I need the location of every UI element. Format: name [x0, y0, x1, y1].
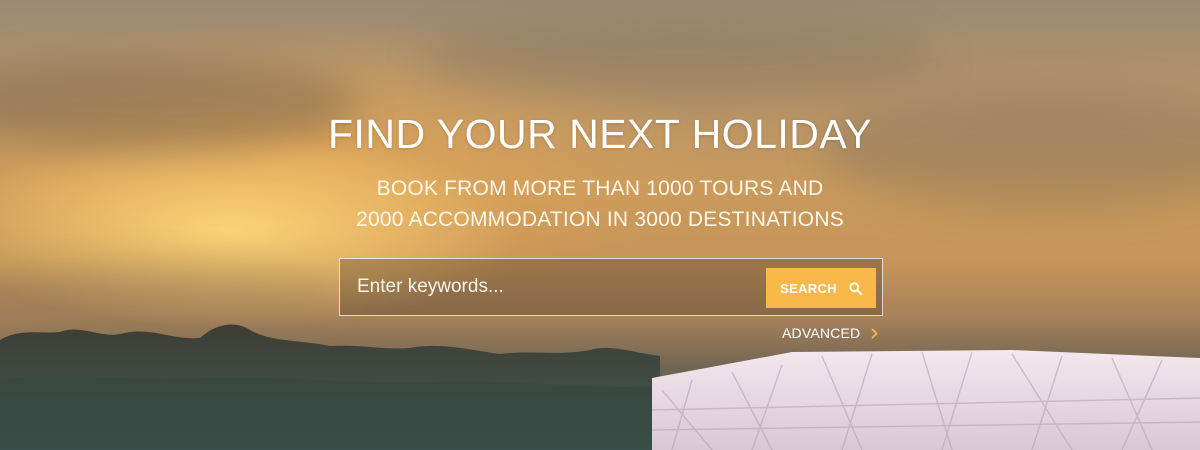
chevron-right-icon — [871, 328, 878, 338]
hero-content: FIND YOUR NEXT HOLIDAY BOOK FROM MORE TH… — [0, 0, 1200, 450]
hero-subtitle-line-1: BOOK FROM MORE THAN 1000 TOURS AND — [376, 177, 824, 200]
search-button[interactable]: SEARCH — [766, 268, 876, 308]
hero-banner: FIND YOUR NEXT HOLIDAY BOOK FROM MORE TH… — [0, 0, 1200, 450]
hero-subtitle: BOOK FROM MORE THAN 1000 TOURS AND 2000 … — [0, 173, 1200, 235]
advanced-search-label: ADVANCED — [782, 325, 861, 341]
hero-subtitle-line-2: 2000 ACCOMMODATION IN 3000 DESTINATIONS — [356, 208, 844, 231]
search-button-label: SEARCH — [780, 280, 837, 296]
search-input[interactable] — [340, 259, 760, 315]
advanced-search-link[interactable]: ADVANCED — [782, 323, 878, 343]
search-icon — [849, 281, 862, 295]
hero-title: FIND YOUR NEXT HOLIDAY — [327, 111, 873, 157]
search-form: SEARCH — [339, 258, 883, 316]
